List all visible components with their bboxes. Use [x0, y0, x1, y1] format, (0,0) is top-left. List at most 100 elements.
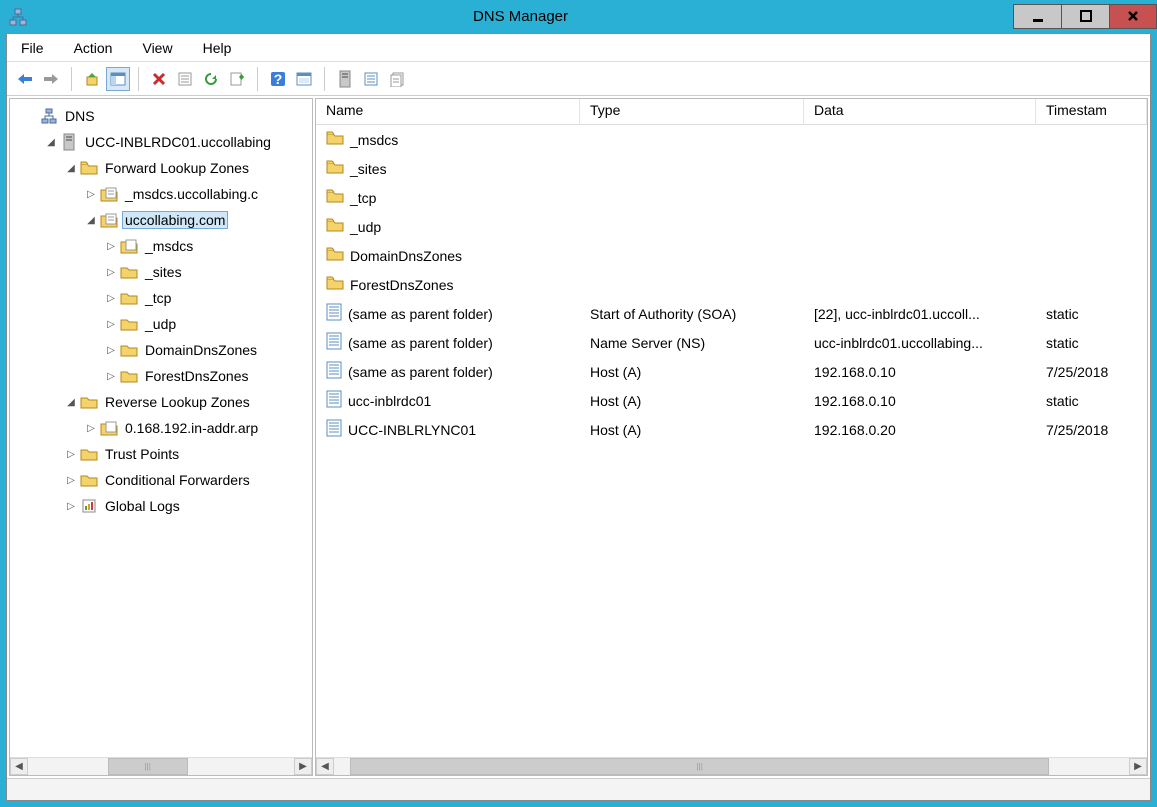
forward-button[interactable]: [39, 67, 63, 91]
tree-sub-sites[interactable]: ▷ _sites: [10, 259, 312, 285]
folder-icon: [120, 367, 138, 385]
filter-button[interactable]: [359, 67, 383, 91]
list-row[interactable]: (same as parent folder)Name Server (NS)u…: [316, 328, 1147, 357]
refresh-button[interactable]: [199, 67, 223, 91]
expand-icon[interactable]: ▷: [104, 343, 118, 357]
tree-sub-udp[interactable]: ▷ _udp: [10, 311, 312, 337]
record-name: DomainDnsZones: [350, 248, 462, 264]
expand-icon[interactable]: ▷: [104, 369, 118, 383]
new-window-button[interactable]: [292, 67, 316, 91]
tree-zone-main[interactable]: ◢ uccollabing.com: [10, 207, 312, 233]
menubar: File Action View Help: [7, 34, 1150, 62]
record-icon: [326, 332, 342, 353]
expand-icon[interactable]: ▷: [84, 187, 98, 201]
record-timestamp: [1036, 195, 1147, 201]
column-type[interactable]: Type: [580, 99, 804, 124]
export-button[interactable]: [225, 67, 249, 91]
tree-sub-forestdnszones[interactable]: ▷ ForestDnsZones: [10, 363, 312, 389]
menu-action[interactable]: Action: [70, 38, 117, 58]
server-icon[interactable]: [333, 67, 357, 91]
tree-sub-tcp[interactable]: ▷ _tcp: [10, 285, 312, 311]
scroll-left-button[interactable]: ◀: [10, 758, 28, 775]
scroll-right-button[interactable]: ▶: [1129, 758, 1147, 775]
show-hide-tree-button[interactable]: [106, 67, 130, 91]
window-controls: [1013, 5, 1157, 29]
tree-pane: DNS ◢ UCC-INBLRDC01.uccollabing ◢ Forwar…: [9, 98, 313, 776]
scroll-track[interactable]: |||: [28, 758, 294, 775]
expand-icon[interactable]: ▷: [104, 317, 118, 331]
folder-icon: [326, 131, 344, 148]
expand-icon[interactable]: ▷: [64, 499, 78, 513]
collapse-icon[interactable]: ◢: [64, 395, 78, 409]
list-row[interactable]: _udp: [316, 212, 1147, 241]
help-button[interactable]: ?: [266, 67, 290, 91]
tree-label: ForestDnsZones: [142, 367, 251, 385]
pages-button[interactable]: [385, 67, 409, 91]
scroll-right-button[interactable]: ▶: [294, 758, 312, 775]
minimize-button[interactable]: [1013, 4, 1061, 29]
menu-help[interactable]: Help: [199, 38, 236, 58]
properties-button[interactable]: [173, 67, 197, 91]
back-button[interactable]: [13, 67, 37, 91]
list-row[interactable]: (same as parent folder)Host (A)192.168.0…: [316, 357, 1147, 386]
tree-zone-msdcs[interactable]: ▷ _msdcs.uccollabing.c: [10, 181, 312, 207]
record-type: [580, 282, 804, 288]
scroll-track[interactable]: |||: [334, 758, 1129, 775]
window-title: DNS Manager: [28, 8, 1013, 25]
tree-sub-domaindnszones[interactable]: ▷ DomainDnsZones: [10, 337, 312, 363]
menu-file[interactable]: File: [17, 38, 48, 58]
close-button[interactable]: [1109, 4, 1157, 29]
list-body[interactable]: _msdcs_sites_tcp_udp DomainDnsZones Forest…: [316, 125, 1147, 757]
record-timestamp: [1036, 166, 1147, 172]
tree-reverse-zone-0[interactable]: ▷ 0.168.192.in-addr.arp: [10, 415, 312, 441]
tree[interactable]: DNS ◢ UCC-INBLRDC01.uccollabing ◢ Forwar…: [10, 99, 312, 757]
tree-trust-points[interactable]: ▷ Trust Points: [10, 441, 312, 467]
scroll-left-button[interactable]: ◀: [316, 758, 334, 775]
record-timestamp: 7/25/2018: [1036, 361, 1147, 383]
record-icon: [326, 361, 342, 382]
tree-root-dns[interactable]: DNS: [10, 103, 312, 129]
collapse-icon[interactable]: ◢: [64, 161, 78, 175]
expand-icon[interactable]: ▷: [104, 265, 118, 279]
list-row[interactable]: DomainDnsZones: [316, 241, 1147, 270]
delete-button[interactable]: [147, 67, 171, 91]
expand-icon[interactable]: ▷: [104, 291, 118, 305]
list-row[interactable]: UCC-INBLRLYNC01Host (A)192.168.0.207/25/…: [316, 415, 1147, 444]
tree-conditional-forwarders[interactable]: ▷ Conditional Forwarders: [10, 467, 312, 493]
collapse-icon[interactable]: ◢: [84, 213, 98, 227]
tree-server[interactable]: ◢ UCC-INBLRDC01.uccollabing: [10, 129, 312, 155]
expand-icon[interactable]: ▷: [104, 239, 118, 253]
list-row[interactable]: (same as parent folder)Start of Authorit…: [316, 299, 1147, 328]
record-timestamp: static: [1036, 390, 1147, 412]
folder-icon: [120, 263, 138, 281]
tree-sub-msdcs[interactable]: ▷ _msdcs: [10, 233, 312, 259]
column-timestamp[interactable]: Timestam: [1036, 99, 1147, 124]
record-name: (same as parent folder): [348, 364, 493, 380]
tree-reverse-zones[interactable]: ◢ Reverse Lookup Zones: [10, 389, 312, 415]
collapse-icon[interactable]: ◢: [44, 135, 58, 149]
column-name[interactable]: Name: [316, 99, 580, 124]
up-button[interactable]: [80, 67, 104, 91]
titlebar[interactable]: DNS Manager: [0, 0, 1157, 33]
list-row[interactable]: ucc-inblrdc01Host (A)192.168.0.10static: [316, 386, 1147, 415]
tree-scrollbar[interactable]: ◀ ||| ▶: [10, 757, 312, 775]
column-data[interactable]: Data: [804, 99, 1036, 124]
expand-icon[interactable]: ▷: [64, 447, 78, 461]
list-row[interactable]: _sites: [316, 154, 1147, 183]
tree-forward-zones[interactable]: ◢ Forward Lookup Zones: [10, 155, 312, 181]
list-row[interactable]: ForestDnsZones: [316, 270, 1147, 299]
record-icon: [326, 390, 342, 411]
list-row[interactable]: _msdcs: [316, 125, 1147, 154]
list-row[interactable]: _tcp: [316, 183, 1147, 212]
scroll-thumb[interactable]: |||: [350, 758, 1050, 775]
list-scrollbar[interactable]: ◀ ||| ▶: [316, 757, 1147, 775]
tree-global-logs[interactable]: ▷ Global Logs: [10, 493, 312, 519]
menu-view[interactable]: View: [138, 38, 176, 58]
tree-label: Trust Points: [102, 445, 182, 463]
maximize-button[interactable]: [1061, 4, 1109, 29]
expand-icon[interactable]: ▷: [84, 421, 98, 435]
record-type: Host (A): [580, 361, 804, 383]
expand-icon[interactable]: ▷: [64, 473, 78, 487]
record-timestamp: static: [1036, 303, 1147, 325]
scroll-thumb[interactable]: |||: [108, 758, 188, 775]
